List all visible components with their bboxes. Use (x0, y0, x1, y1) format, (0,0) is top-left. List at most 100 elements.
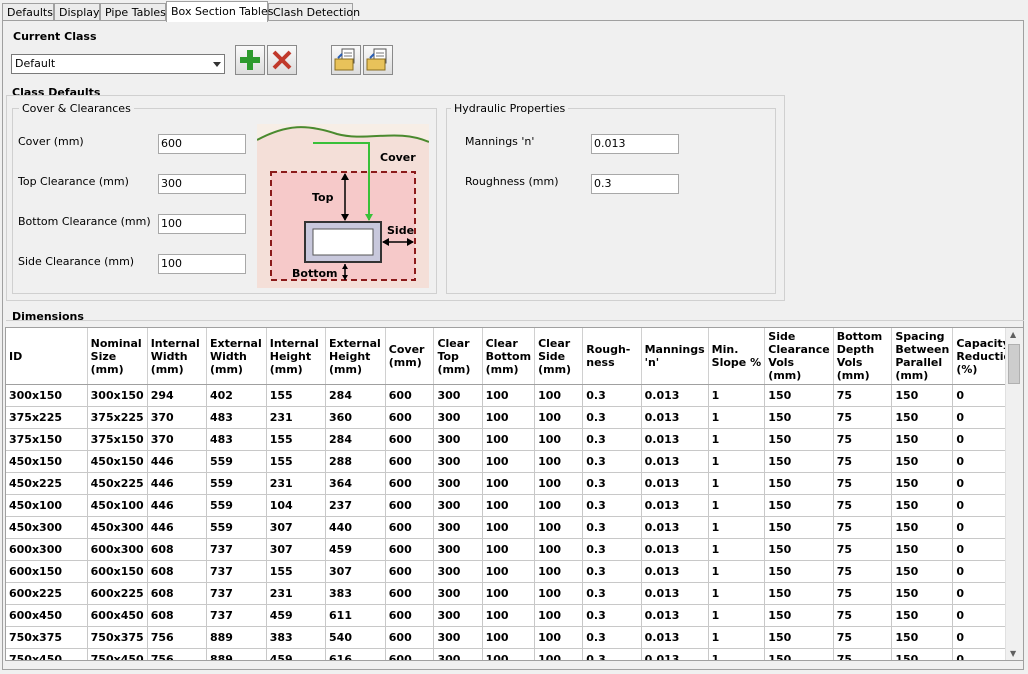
table-cell[interactable]: 150 (891, 472, 954, 495)
table-cell[interactable]: 446 (147, 472, 207, 495)
table-cell[interactable]: 440 (325, 516, 386, 539)
table-cell[interactable]: 1 (708, 494, 766, 517)
column-header[interactable]: Cover (mm) (385, 328, 435, 385)
table-cell[interactable]: 608 (147, 604, 207, 627)
table-cell[interactable]: 300 (433, 384, 483, 407)
table-cell[interactable]: 600x225 (6, 582, 88, 605)
column-header[interactable]: Clear Side (mm) (534, 328, 584, 385)
table-cell[interactable]: 100 (534, 582, 584, 605)
table-cell[interactable]: 75 (833, 560, 893, 583)
table-cell[interactable]: 307 (266, 516, 327, 539)
table-cell[interactable]: 100 (534, 560, 584, 583)
table-cell[interactable]: 150 (891, 538, 954, 561)
table-cell[interactable]: 889 (206, 648, 267, 660)
table-cell[interactable]: 540 (325, 626, 386, 649)
table-cell[interactable]: 0.3 (582, 604, 642, 627)
table-cell[interactable]: 600x450 (6, 604, 88, 627)
table-cell[interactable]: 889 (206, 626, 267, 649)
table-cell[interactable]: 300 (433, 450, 483, 473)
table-cell[interactable]: 294 (147, 384, 207, 407)
table-cell[interactable]: 608 (147, 582, 207, 605)
table-cell[interactable]: 300 (433, 560, 483, 583)
table-cell[interactable]: 300x150 (6, 384, 88, 407)
table-cell[interactable]: 446 (147, 450, 207, 473)
table-cell[interactable]: 750x450 (6, 648, 88, 660)
table-cell[interactable]: 100 (534, 494, 584, 517)
table-cell[interactable]: 600 (385, 626, 435, 649)
table-cell[interactable]: 284 (325, 428, 386, 451)
scroll-up-icon[interactable]: ▲ (1010, 330, 1016, 339)
table-row[interactable]: 750x375 750x375 756 889 383 540 600 300 100 100 0.… (6, 626, 1023, 649)
table-cell[interactable]: 1 (708, 450, 766, 473)
table-cell[interactable]: 100 (482, 450, 536, 473)
table-cell[interactable]: 600 (385, 538, 435, 561)
table-cell[interactable]: 150 (764, 472, 834, 495)
column-header[interactable]: Side Clearance Vols (mm) (764, 328, 834, 385)
table-cell[interactable]: 237 (325, 494, 386, 517)
table-cell[interactable]: 756 (147, 626, 207, 649)
table-cell[interactable]: 100 (534, 538, 584, 561)
table-cell[interactable]: 600x300 (87, 538, 148, 561)
table-cell[interactable]: 0.3 (582, 538, 642, 561)
table-cell[interactable]: 150 (764, 538, 834, 561)
table-cell[interactable]: 100 (534, 604, 584, 627)
table-cell[interactable]: 150 (764, 560, 834, 583)
table-cell[interactable]: 1 (708, 538, 766, 561)
table-row[interactable]: 600x225 600x225 608 737 231 383 600 300 100 100 0.… (6, 582, 1023, 605)
table-cell[interactable]: 150 (891, 384, 954, 407)
table-cell[interactable]: 100 (482, 560, 536, 583)
table-cell[interactable]: 100 (482, 582, 536, 605)
table-cell[interactable]: 100 (482, 428, 536, 451)
table-cell[interactable]: 155 (266, 428, 327, 451)
vertical-scrollbar[interactable]: ▲ ▼ (1005, 328, 1023, 660)
table-cell[interactable]: 0.3 (582, 560, 642, 583)
export-button[interactable] (363, 45, 393, 75)
current-class-select[interactable]: Default (11, 54, 225, 74)
table-row[interactable]: 600x300 600x300 608 737 307 459 600 300 100 100 0.… (6, 538, 1023, 561)
table-cell[interactable]: 0.013 (641, 516, 709, 539)
column-header[interactable]: External Height (mm) (325, 328, 386, 385)
table-cell[interactable]: 75 (833, 406, 893, 429)
table-cell[interactable]: 100 (482, 472, 536, 495)
table-cell[interactable]: 0.3 (582, 582, 642, 605)
table-cell[interactable]: 370 (147, 406, 207, 429)
table-cell[interactable]: 231 (266, 582, 327, 605)
table-cell[interactable]: 100 (534, 626, 584, 649)
table-cell[interactable]: 0.013 (641, 472, 709, 495)
table-cell[interactable]: 750x450 (87, 648, 148, 660)
table-cell[interactable]: 75 (833, 604, 893, 627)
table-cell[interactable]: 150 (891, 560, 954, 583)
table-cell[interactable]: 150 (891, 494, 954, 517)
scrollbar-thumb[interactable] (1008, 344, 1020, 384)
table-cell[interactable]: 600x150 (87, 560, 148, 583)
column-header[interactable]: Internal Height (mm) (266, 328, 327, 385)
table-cell[interactable]: 150 (764, 406, 834, 429)
table-cell[interactable]: 0.3 (582, 472, 642, 495)
table-cell[interactable]: 616 (325, 648, 386, 660)
table-row[interactable]: 600x450 600x450 608 737 459 611 600 300 100 100 0.… (6, 604, 1023, 627)
table-cell[interactable]: 150 (891, 428, 954, 451)
table-cell[interactable]: 75 (833, 538, 893, 561)
table-cell[interactable]: 1 (708, 604, 766, 627)
table-cell[interactable]: 600x225 (87, 582, 148, 605)
table-cell[interactable]: 608 (147, 538, 207, 561)
table-cell[interactable]: 100 (482, 406, 536, 429)
table-cell[interactable]: 75 (833, 626, 893, 649)
table-cell[interactable]: 100 (482, 538, 536, 561)
table-cell[interactable]: 155 (266, 384, 327, 407)
table-cell[interactable]: 450x150 (6, 450, 88, 473)
table-cell[interactable]: 75 (833, 582, 893, 605)
add-class-button[interactable] (235, 45, 265, 75)
table-cell[interactable]: 150 (764, 428, 834, 451)
table-cell[interactable]: 459 (325, 538, 386, 561)
table-cell[interactable]: 459 (266, 648, 327, 660)
table-cell[interactable]: 150 (764, 626, 834, 649)
tab-defaults[interactable]: Defaults (2, 3, 54, 20)
column-header[interactable]: Mannings 'n' (641, 328, 709, 385)
table-cell[interactable]: 483 (206, 428, 267, 451)
table-cell[interactable]: 150 (891, 582, 954, 605)
table-cell[interactable]: 104 (266, 494, 327, 517)
table-cell[interactable]: 300 (433, 428, 483, 451)
table-cell[interactable]: 756 (147, 648, 207, 660)
roughness-input[interactable]: 0.3 (591, 174, 679, 194)
